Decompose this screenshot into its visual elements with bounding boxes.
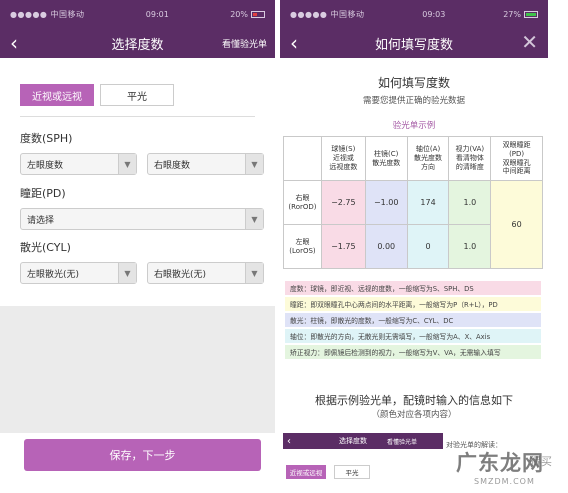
corner-cell (283, 136, 322, 181)
example-note: （颜色对应各项内容） (371, 410, 457, 420)
example-guide-link: 看懂验光单 (387, 438, 418, 446)
degree-form: 近视或远视 平光 度数(SPH) 左眼度数 ▼ 右眼度数 ▼ 瞳距(PD) 请选… (0, 58, 275, 493)
divider (20, 116, 255, 117)
carrier-text: ●●●●● 中国移动 (290, 9, 365, 19)
legend-sph: 度数：球镜，即近视、远视的度数，一般缩写为S、SPH、DS (285, 281, 541, 295)
page-title: 选择度数 (111, 37, 164, 53)
back-arrow-icon: ‹ (287, 435, 291, 447)
tab-myopia-hyperopia[interactable]: 近视或远视 (20, 84, 94, 106)
cyl-value: −1.00 (364, 180, 408, 225)
guide-heading: 如何填写度数 (377, 76, 450, 90)
guide-subheading: 需要您提供正确的验光数据 (362, 96, 465, 106)
select-value: 请选择 (27, 215, 55, 226)
battery-icon (523, 10, 538, 18)
table-row: 右眼 (RorOD) −2.75 −1.00 174 1.0 60 (283, 180, 543, 269)
left-phone-screen: ●●●●● 中国移动 09:01 20% ‹ 选择度数 看懂验光单 近视或远视 … (0, 0, 275, 493)
back-arrow-icon[interactable]: ‹ (290, 31, 298, 55)
battery-percent: 27% (503, 9, 521, 19)
eye-label: 左眼 (LorOS) (283, 224, 322, 269)
page-title: 如何填写度数 (374, 37, 453, 53)
header-axis: 轴位(A) 散光度数 方向 (406, 136, 450, 181)
example-tab-plano: 平光 (334, 465, 370, 479)
tab-plano[interactable]: 平光 (100, 84, 174, 106)
right-eye-cyl-select[interactable]: 右眼散光(无) ▼ (147, 262, 264, 284)
carrier-text: ●●●●● 中国移动 (10, 9, 85, 19)
table-header-row: 球镜(S) 近视或 远视度数 柱镜(C) 散光度数 轴位(A) 散光度数 方向 … (283, 136, 543, 181)
cyl-value: 0.00 (364, 224, 408, 269)
left-eye-sph-select[interactable]: 左眼度数 ▼ (20, 153, 137, 175)
va-value: 1.0 (448, 224, 492, 269)
chevron-down-icon: ▼ (245, 263, 263, 283)
save-next-button[interactable]: 保存，下一步 (24, 439, 261, 471)
back-arrow-icon[interactable]: ‹ (10, 31, 18, 55)
chevron-down-icon: ▼ (118, 263, 136, 283)
nav-bar: ‹ 选择度数 看懂验光单 (0, 28, 275, 58)
legend-pd: 瞳距：即双眼瞳孔中心两点间的水平距离，一般缩写为P（R+L），PD (285, 297, 541, 311)
pd-label: 瞳距(PD) (20, 187, 66, 200)
legend-cyl: 散光：柱镜，即散光的度数，一般缩写为C、CYL、DC (285, 313, 541, 327)
example-title: 选择度数 (339, 437, 367, 445)
battery-icon (250, 10, 265, 18)
watermark-side-text: 得买 (530, 455, 552, 468)
save-bar: 保存，下一步 (0, 433, 275, 493)
legend-axis: 轴位：即散光的方向，无散光则无需填写，一般缩写为A、X、Axis (285, 329, 541, 343)
pd-value: 60 (490, 180, 543, 269)
nav-bar: ‹ 如何填写度数 ✕ (280, 28, 548, 58)
cyl-label: 散光(CYL) (20, 241, 71, 254)
watermark-logo: 广东龙网 得买 SMZDM.COM (444, 447, 564, 493)
select-value: 左眼度数 (27, 160, 64, 171)
example-nav-bar: ‹ 选择度数 看懂验光单 (283, 433, 443, 449)
eye-label: 右眼 (RorOD) (283, 180, 322, 225)
example-tab-myopia: 近视或远视 (286, 465, 326, 479)
clock-text: 09:03 (422, 9, 446, 19)
legend-va: 矫正视力：即佩镜后检测到的视力，一般缩写为V、VA，无需输入填写 (285, 345, 541, 359)
header-va: 视力(VA) 看清物体 的清晰度 (448, 136, 492, 181)
header-sph: 球镜(S) 近视或 远视度数 (320, 136, 366, 181)
example-intro: 根据示例验光单，配镜时输入的信息如下 (315, 394, 513, 407)
header-pd: 双眼瞳距 (PD) 双眼瞳孔 中间距离 (490, 136, 543, 181)
pd-select[interactable]: 请选择 ▼ (20, 208, 264, 230)
close-icon[interactable]: ✕ (521, 30, 538, 54)
left-eye-cyl-select[interactable]: 左眼散光(无) ▼ (20, 262, 137, 284)
sample-label: 验光单示例 (392, 121, 436, 131)
header-cyl: 柱镜(C) 散光度数 (364, 136, 408, 181)
chevron-down-icon: ▼ (118, 154, 136, 174)
empty-area (0, 306, 275, 441)
status-bar: ●●●●● 中国移动 09:01 20% (0, 0, 275, 28)
view-prescription-guide-link[interactable]: 看懂验光单 (222, 37, 267, 50)
sph-value: −1.75 (320, 224, 366, 269)
va-value: 1.0 (448, 180, 492, 225)
axis-value: 174 (406, 180, 450, 225)
form-panel: 近视或远视 平光 度数(SPH) 左眼度数 ▼ 右眼度数 ▼ 瞳距(PD) 请选… (0, 58, 275, 306)
clock-text: 09:01 (145, 9, 169, 19)
chevron-down-icon: ▼ (245, 209, 263, 229)
chevron-down-icon: ▼ (245, 154, 263, 174)
axis-value: 0 (406, 224, 450, 269)
sph-value: −2.75 (320, 180, 366, 225)
prescription-sample-table: 球镜(S) 近视或 远视度数 柱镜(C) 散光度数 轴位(A) 散光度数 方向 … (283, 136, 543, 269)
right-phone-screen: ●●●●● 中国移动 09:03 27% ‹ 如何填写度数 ✕ 如何填写度数 需… (280, 0, 548, 493)
status-bar: ●●●●● 中国移动 09:03 27% (280, 0, 548, 28)
right-eye-sph-select[interactable]: 右眼度数 ▼ (147, 153, 264, 175)
sph-label: 度数(SPH) (20, 132, 73, 145)
select-value: 左眼散光(无) (27, 269, 80, 280)
battery-percent: 20% (230, 9, 248, 19)
watermark-sub-text: SMZDM.COM (474, 477, 535, 486)
select-value: 右眼度数 (154, 160, 191, 171)
select-value: 右眼散光(无) (154, 269, 207, 280)
